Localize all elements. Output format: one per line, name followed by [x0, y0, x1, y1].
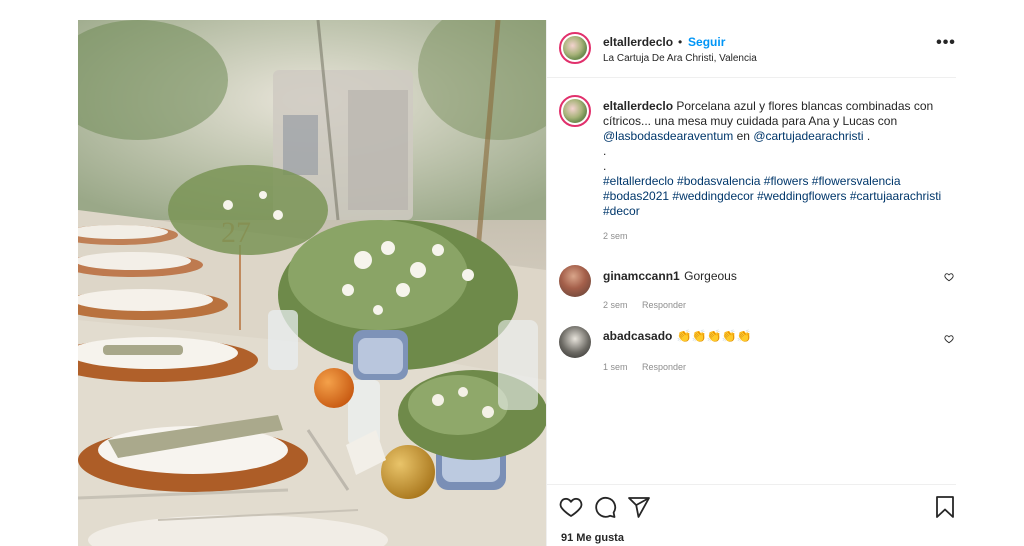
likes-count[interactable]: 91 Me gusta	[561, 532, 624, 544]
caption-timestamp[interactable]: 2 sem	[603, 229, 948, 244]
mention-cartujadearachristi[interactable]: @cartujadearachristi	[753, 129, 863, 143]
mention-lasbodasdearaventum[interactable]: @lasbodasdearaventum	[603, 129, 733, 143]
comment-text: 👏👏👏👏👏	[676, 329, 752, 343]
comment-text: Gorgeous	[684, 269, 737, 283]
author-avatar[interactable]	[559, 32, 591, 64]
caption-hashtags[interactable]: #eltallerdeclo #bodasvalencia #flowers #…	[603, 174, 948, 219]
caption-author-avatar[interactable]	[559, 95, 591, 127]
commenter-avatar[interactable]	[559, 265, 591, 297]
table-setting-illustration: 27	[78, 20, 546, 546]
caption-username[interactable]: eltallerdeclo	[603, 99, 673, 113]
comment-username[interactable]: abadcasado	[603, 329, 672, 343]
comment-username[interactable]: ginamccann1	[603, 269, 680, 283]
post-photo[interactable]: 27	[78, 20, 546, 546]
caption-text-end: .	[866, 129, 871, 143]
instagram-post: 27	[78, 20, 956, 546]
post-header: eltallerdeclo • Seguir La Cartuja De Ara…	[547, 20, 956, 78]
like-comment-icon[interactable]	[944, 272, 954, 282]
action-bar: 91 Me gusta	[547, 484, 956, 546]
like-comment-icon[interactable]	[944, 334, 954, 344]
comment-timestamp[interactable]: 1 sem	[603, 362, 628, 372]
more-options-icon[interactable]: •••	[935, 34, 956, 54]
bookmark-icon[interactable]	[933, 495, 956, 519]
avatar-image	[563, 36, 587, 60]
post-caption: eltallerdeclo Porcelana azul y flores bl…	[603, 99, 948, 244]
comment-item: abadcasado 👏👏👏👏👏 1 sem Responder	[603, 327, 948, 375]
follow-button[interactable]: Seguir	[688, 35, 725, 49]
author-username[interactable]: eltallerdeclo	[603, 35, 673, 49]
caption-dot-line: .	[603, 159, 607, 173]
caption-text-connector: en	[736, 129, 750, 143]
post-sidebar: eltallerdeclo • Seguir La Cartuja De Ara…	[546, 20, 956, 546]
heart-icon[interactable]	[559, 495, 583, 519]
share-icon[interactable]	[627, 495, 651, 519]
reply-button[interactable]: Responder	[642, 300, 686, 310]
caption-dot-line: .	[603, 144, 607, 158]
commenter-avatar[interactable]	[559, 326, 591, 358]
comment-timestamp[interactable]: 2 sem	[603, 300, 628, 310]
separator-dot: •	[678, 35, 683, 49]
comment-item: ginamccann1 Gorgeous 2 sem Responder	[603, 267, 948, 313]
post-location[interactable]: La Cartuja De Ara Christi, Valencia	[603, 53, 757, 64]
comment-icon[interactable]	[593, 495, 617, 519]
reply-button[interactable]: Responder	[642, 362, 686, 372]
